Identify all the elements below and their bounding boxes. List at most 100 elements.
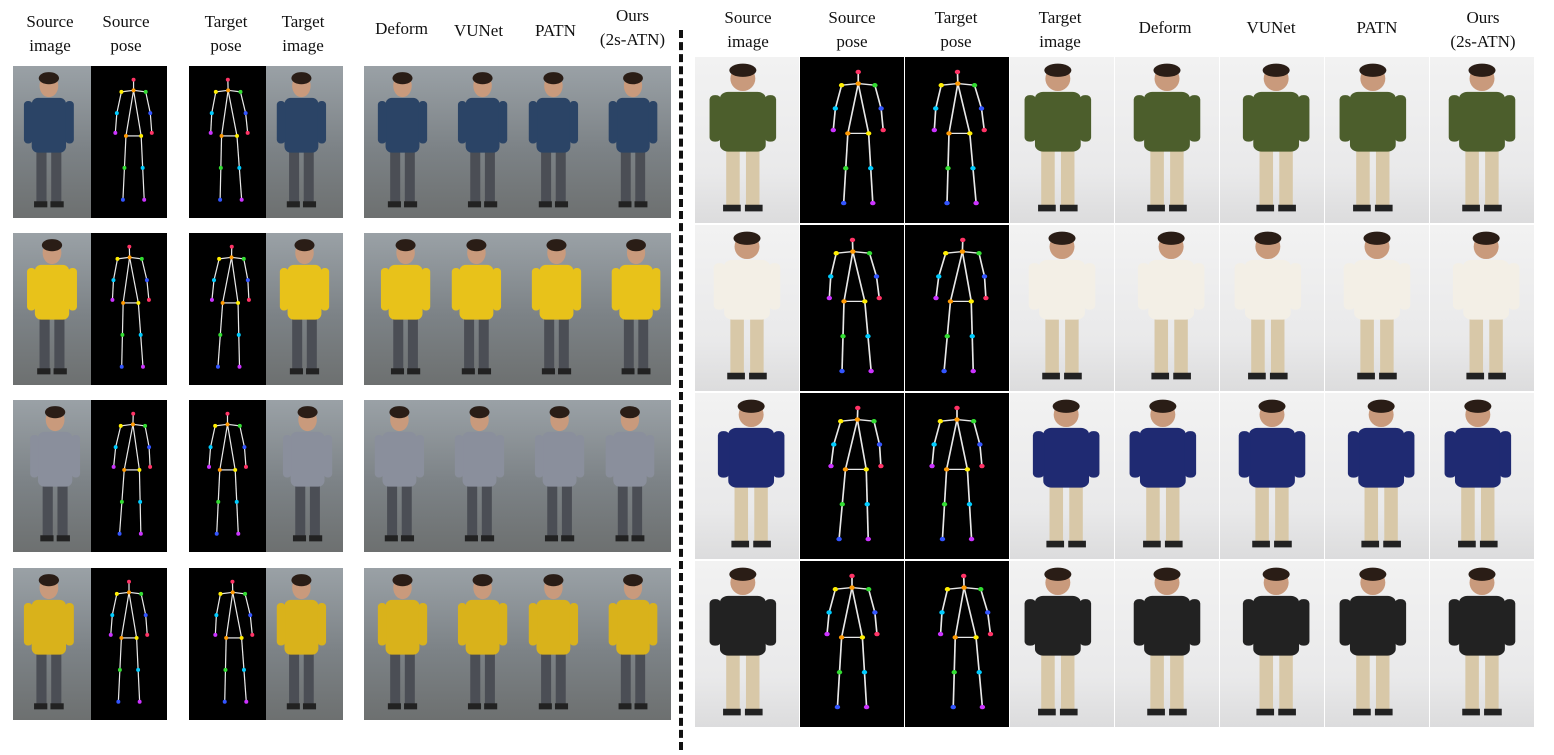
left-header-source-image: Source image bbox=[26, 12, 74, 55]
image-cell bbox=[364, 233, 441, 385]
pose-skeleton bbox=[111, 411, 153, 536]
pose-skeleton bbox=[110, 244, 151, 369]
person-figure bbox=[1448, 567, 1516, 716]
image-cell bbox=[441, 233, 518, 385]
person-figure bbox=[454, 406, 505, 542]
person-figure bbox=[276, 72, 327, 208]
right-header-source-image: Source image bbox=[724, 8, 772, 51]
pose-cell bbox=[800, 225, 904, 391]
person-figure bbox=[534, 406, 585, 542]
image-cell bbox=[13, 233, 91, 385]
image-cell bbox=[1010, 393, 1114, 559]
image-cell bbox=[1220, 393, 1324, 559]
left-header-deform: Deform bbox=[375, 19, 428, 38]
person-figure bbox=[1444, 399, 1512, 548]
pose-skeleton bbox=[209, 244, 251, 369]
pose-cell bbox=[905, 561, 1009, 727]
image-cell bbox=[1430, 57, 1534, 223]
pose-skeleton bbox=[929, 405, 985, 542]
image-cell bbox=[13, 568, 91, 720]
person-figure bbox=[30, 406, 81, 542]
pose-cell bbox=[189, 66, 266, 218]
person-figure bbox=[282, 406, 333, 542]
image-cell bbox=[1115, 393, 1219, 559]
person-figure bbox=[27, 239, 77, 375]
panel-divider bbox=[679, 30, 683, 750]
person-figure bbox=[1347, 399, 1415, 548]
image-cell bbox=[266, 66, 343, 218]
person-figure bbox=[713, 231, 781, 380]
image-cell bbox=[1220, 57, 1324, 223]
person-figure bbox=[377, 72, 428, 208]
image-cell bbox=[13, 400, 91, 552]
image-cell bbox=[1115, 225, 1219, 391]
pose-cell bbox=[91, 568, 167, 720]
right-header-source-pose: Source pose bbox=[828, 8, 876, 51]
left-header-target-image: Target image bbox=[281, 12, 325, 55]
person-figure bbox=[531, 239, 582, 375]
image-cell bbox=[1430, 225, 1534, 391]
image-cell bbox=[518, 233, 595, 385]
person-figure bbox=[1133, 63, 1201, 212]
pose-skeleton bbox=[933, 237, 989, 374]
image-cell bbox=[518, 66, 595, 218]
image-cell bbox=[266, 568, 343, 720]
person-figure bbox=[23, 574, 74, 710]
person-figure bbox=[528, 574, 579, 710]
image-cell bbox=[1115, 57, 1219, 223]
right-header-patn: PATN bbox=[1356, 18, 1398, 37]
person-figure bbox=[1234, 231, 1302, 380]
person-figure bbox=[608, 72, 658, 208]
right-header-vunet: VUNet bbox=[1246, 18, 1296, 37]
person-figure bbox=[457, 574, 508, 710]
image-cell bbox=[364, 400, 441, 552]
person-figure bbox=[1238, 399, 1306, 548]
pose-cell bbox=[189, 568, 266, 720]
left-header-patn: PATN bbox=[535, 21, 576, 40]
person-figure bbox=[717, 399, 785, 548]
image-cell bbox=[595, 568, 671, 720]
image-cell bbox=[13, 66, 91, 218]
person-figure bbox=[1448, 63, 1516, 212]
image-cell bbox=[695, 393, 799, 559]
pose-cell bbox=[800, 561, 904, 727]
pose-cell bbox=[905, 393, 1009, 559]
right-header-ours: Ours (2s-ATN) bbox=[1450, 8, 1516, 51]
person-figure bbox=[1133, 567, 1201, 716]
image-cell bbox=[1220, 225, 1324, 391]
person-figure bbox=[1129, 399, 1197, 548]
image-cell bbox=[1010, 561, 1114, 727]
person-figure bbox=[1028, 231, 1096, 380]
pose-cell bbox=[91, 66, 167, 218]
right-header-target-image: Target image bbox=[1038, 8, 1082, 51]
pose-cell bbox=[91, 400, 167, 552]
image-cell bbox=[595, 66, 671, 218]
image-cell bbox=[266, 233, 343, 385]
person-figure bbox=[276, 574, 327, 710]
left-header-vunet: VUNet bbox=[453, 21, 504, 40]
pose-skeleton bbox=[826, 237, 882, 374]
pose-cell bbox=[189, 400, 266, 552]
person-figure bbox=[377, 574, 428, 710]
person-figure bbox=[709, 567, 777, 716]
image-cell bbox=[695, 57, 799, 223]
pose-skeleton bbox=[108, 579, 150, 704]
person-figure bbox=[1339, 63, 1407, 212]
pose-cell bbox=[905, 57, 1009, 223]
person-figure bbox=[279, 239, 330, 375]
person-figure bbox=[1024, 567, 1092, 716]
image-cell bbox=[266, 400, 343, 552]
pose-skeleton bbox=[207, 411, 248, 536]
person-figure bbox=[1242, 63, 1310, 212]
image-cell bbox=[595, 233, 671, 385]
left-header-ours: Ours (2s-ATN) bbox=[599, 6, 666, 49]
image-cell bbox=[518, 568, 595, 720]
image-cell bbox=[441, 66, 518, 218]
image-cell bbox=[1220, 561, 1324, 727]
pose-cell bbox=[189, 233, 266, 385]
person-figure bbox=[608, 574, 658, 710]
image-cell bbox=[1325, 393, 1429, 559]
image-cell bbox=[441, 400, 518, 552]
person-figure bbox=[451, 239, 502, 375]
pose-skeleton bbox=[213, 579, 255, 704]
